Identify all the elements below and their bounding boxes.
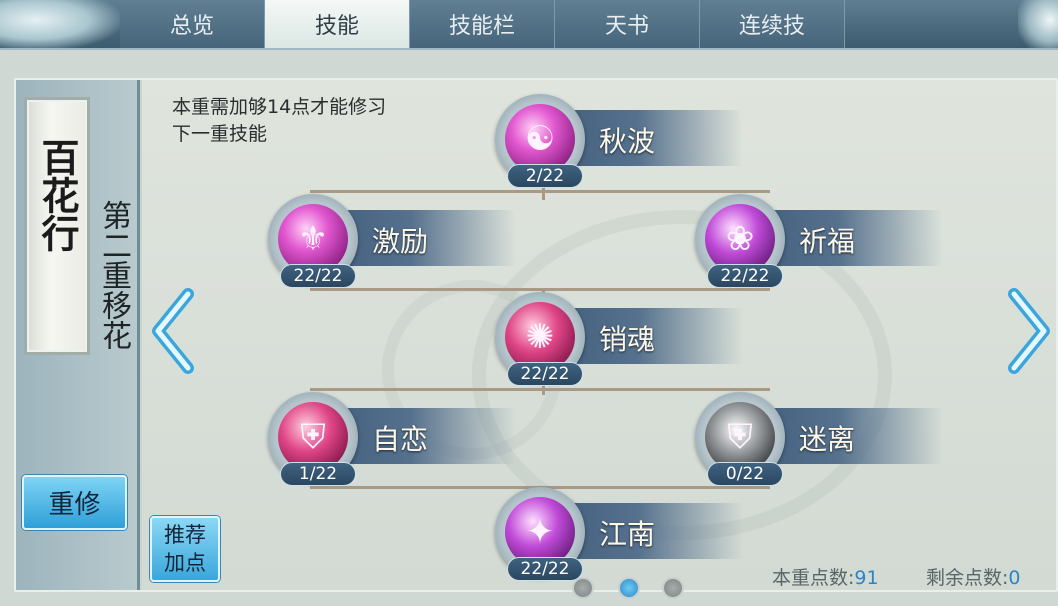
sect-plaque: 百花行	[24, 97, 90, 355]
skill-node-zilian[interactable]: ⛨ 自恋 1/22	[268, 392, 528, 486]
skill-name: 江南	[599, 518, 656, 551]
skill-node-jili[interactable]: ⚜ 激励 22/22	[268, 194, 528, 288]
skill-points: 1/22	[280, 462, 356, 486]
skill-points: 22/22	[707, 264, 783, 288]
tree-connector	[310, 190, 770, 193]
skill-node-jiangnan[interactable]: ✦ 江南 22/22	[495, 487, 755, 581]
page-dot-3[interactable]	[662, 577, 684, 599]
skill-name: 秋波	[599, 125, 656, 158]
skill-points: 22/22	[507, 362, 583, 386]
prev-page-arrow-icon[interactable]	[150, 288, 196, 374]
recommend-points-button[interactable]: 推荐 加点	[150, 516, 220, 582]
tier-points-value: 91	[854, 567, 879, 589]
skill-points: 22/22	[280, 264, 356, 288]
tree-connector	[310, 288, 770, 291]
tier-points: 本重点数:91	[772, 563, 879, 590]
recommend-label-line2: 加点	[164, 551, 206, 575]
page-indicator	[570, 577, 690, 599]
skill-node-qiubo[interactable]: ☯ 秋波 2/22	[495, 94, 755, 188]
skill-node-mili[interactable]: ⛨ 迷离 0/22	[695, 392, 955, 486]
page-dot-2[interactable]	[618, 577, 640, 599]
tab-bar: 总览 技能 技能栏 天书 连续技	[0, 0, 1058, 50]
tier-name: 第二重移花	[96, 200, 131, 350]
reset-button[interactable]: 重修	[22, 475, 127, 530]
skill-name: 迷离	[799, 423, 856, 456]
skill-points: 0/22	[707, 462, 783, 486]
tab-skills[interactable]: 技能	[265, 0, 410, 48]
skill-name: 激励	[372, 225, 429, 258]
skill-node-qifu[interactable]: ❀ 祈福 22/22	[695, 194, 955, 288]
skill-name: 自恋	[372, 423, 429, 456]
skill-node-xiaohun[interactable]: ✺ 销魂 22/22	[495, 292, 755, 386]
requirement-hint: 本重需加够14点才能修习下一重技能	[172, 96, 387, 145]
tab-heavenly-book[interactable]: 天书	[555, 0, 700, 48]
remaining-points-value: 0	[1008, 567, 1021, 589]
page-dot-1[interactable]	[572, 577, 594, 599]
tab-overview[interactable]: 总览	[120, 0, 265, 48]
next-page-arrow-icon[interactable]	[1006, 288, 1052, 374]
skill-name: 销魂	[599, 323, 656, 356]
remaining-points-label: 剩余点数:	[926, 567, 1009, 589]
skill-name: 祈福	[799, 225, 856, 258]
tab-combo-skills[interactable]: 连续技	[700, 0, 845, 48]
cloud-ornament-left	[0, 0, 120, 50]
sect-plaque-text: 百花行	[35, 138, 80, 252]
recommend-label-line1: 推荐	[164, 523, 206, 547]
tab-skill-bar[interactable]: 技能栏	[410, 0, 555, 48]
remaining-points: 剩余点数:0	[926, 563, 1021, 590]
cloud-ornament-right	[1018, 0, 1058, 50]
skill-points: 2/22	[507, 164, 583, 188]
tier-points-label: 本重点数:	[772, 567, 855, 589]
tree-connector	[310, 388, 770, 391]
